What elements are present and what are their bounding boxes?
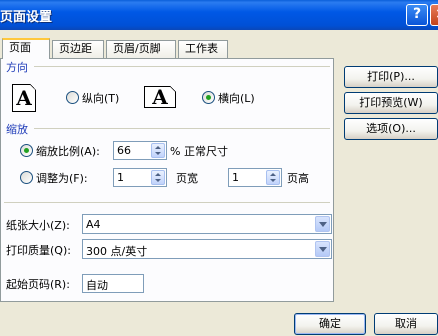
title-bar: 页面设置 ? ×	[0, 0, 438, 30]
ok-button[interactable]: 确定	[294, 313, 366, 335]
chevron-down-icon[interactable]	[315, 241, 330, 257]
print-quality-value: 300 点/英寸	[86, 245, 148, 258]
print-quality-label: 打印质量(Q):	[6, 244, 71, 257]
scaling-divider	[34, 128, 330, 129]
portrait-label[interactable]: 纵向(T)	[82, 90, 119, 106]
fit-to-radio[interactable]	[20, 171, 33, 184]
tab-header-footer[interactable]: 页眉/页脚	[106, 40, 176, 58]
adjust-to-label[interactable]: 缩放比例(A):	[36, 143, 100, 159]
options-button[interactable]: 选项(O)...	[344, 118, 438, 140]
print-preview-button[interactable]: 打印预览(W)	[344, 92, 438, 114]
adjust-suffix-label: % 正常尺寸	[170, 145, 228, 158]
close-button[interactable]: ×	[430, 4, 438, 26]
paper-size-select[interactable]: A4	[82, 214, 332, 234]
paper-size-label: 纸张大小(Z):	[6, 219, 70, 232]
first-page-number-input[interactable]: 自动	[82, 274, 144, 293]
scale-percent-value: 66	[117, 144, 131, 157]
fit-to-label[interactable]: 调整为(F):	[36, 170, 88, 186]
scaling-bottom-divider	[4, 202, 330, 203]
spinner-arrows-icon[interactable]	[151, 143, 165, 158]
landscape-page-icon: A	[144, 86, 176, 108]
tab-margins[interactable]: 页边距	[52, 40, 104, 58]
adjust-to-radio[interactable]	[20, 144, 33, 157]
scale-percent-spinner[interactable]: 66	[113, 141, 167, 160]
spinner-arrows-icon[interactable]	[266, 170, 280, 185]
portrait-page-icon: A	[12, 84, 36, 112]
portrait-radio[interactable]	[66, 91, 79, 104]
spinner-arrows-icon[interactable]	[151, 170, 165, 185]
help-button[interactable]: ?	[406, 4, 428, 26]
chevron-down-icon[interactable]	[315, 216, 330, 232]
print-quality-select[interactable]: 300 点/英寸	[82, 239, 332, 259]
orientation-divider	[34, 66, 330, 67]
pages-tall-value: 1	[232, 171, 239, 184]
first-page-number-value: 自动	[86, 279, 108, 292]
orientation-section-label: 方向	[6, 61, 28, 74]
pages-tall-label: 页高	[287, 172, 309, 185]
tab-page[interactable]: 页面	[2, 38, 50, 59]
landscape-label[interactable]: 横向(L)	[218, 90, 255, 106]
pages-tall-spinner[interactable]: 1	[228, 168, 282, 187]
scaling-section-label: 缩放	[6, 123, 28, 136]
paper-size-value: A4	[86, 218, 101, 231]
landscape-radio[interactable]	[202, 91, 215, 104]
pages-wide-value: 1	[117, 171, 124, 184]
print-button[interactable]: 打印(P)...	[344, 66, 438, 88]
pages-wide-label: 页宽	[176, 172, 198, 185]
cancel-button[interactable]: 取消	[374, 313, 438, 335]
first-page-number-label: 起始页码(R):	[6, 278, 70, 291]
window-title: 页面设置	[0, 10, 53, 25]
tab-sheet[interactable]: 工作表	[178, 40, 228, 58]
pages-wide-spinner[interactable]: 1	[113, 168, 167, 187]
